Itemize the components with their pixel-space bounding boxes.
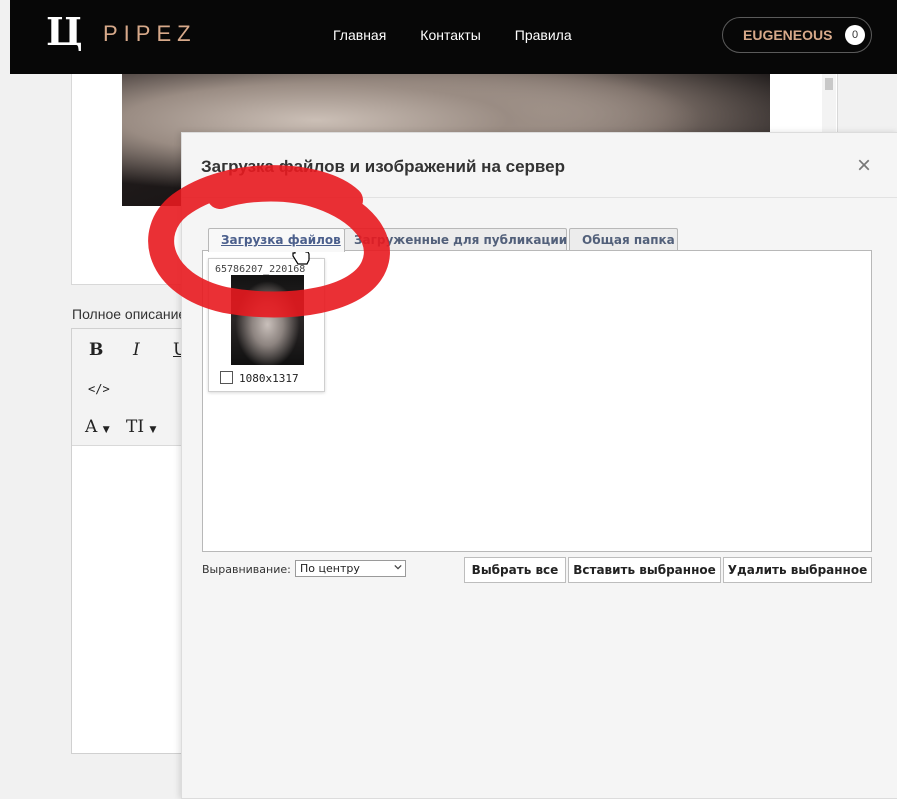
nav-link-rules[interactable]: Правила <box>515 25 572 45</box>
username: EUGENEOUS <box>743 27 833 43</box>
notification-count-badge: 0 <box>845 25 865 45</box>
top-navbar: Ц PIPEZ Главная Контакты Правила EUGENEO… <box>10 0 897 74</box>
logo-text[interactable]: PIPEZ <box>103 20 197 48</box>
file-name: 65786207_220168 <box>215 264 306 275</box>
tab-uploaded-for-publication[interactable]: Загруженные для публикации <box>344 228 567 250</box>
font-color-button[interactable]: A ▼ <box>85 417 110 440</box>
file-thumbnail[interactable]: 65786207_220168 1080x1317 <box>208 258 325 392</box>
chevron-down-icon <box>394 564 402 570</box>
font-size-button[interactable]: TI ▼ <box>126 417 156 440</box>
code-view-button[interactable]: </> <box>88 379 110 399</box>
thumbnail-image[interactable] <box>231 275 304 365</box>
alignment-label: Выравнивание: <box>202 563 291 576</box>
caret-down-icon: ▼ <box>149 425 157 435</box>
font-size-label: TI <box>126 417 145 437</box>
alignment-value: По центру <box>300 562 360 575</box>
select-all-button[interactable]: Выбрать все <box>464 557 566 583</box>
tab-upload-files[interactable]: Загрузка файлов <box>208 228 345 252</box>
delete-selected-button[interactable]: Удалить выбранное <box>723 557 872 583</box>
alignment-select[interactable]: По центру <box>295 560 406 577</box>
bold-button[interactable]: B <box>89 340 103 360</box>
modal-title: Загрузка файлов и изображений на сервер <box>201 157 565 176</box>
font-color-label: A <box>85 417 98 437</box>
editor-toolbar: B I U </> A ▼ TI ▼ <box>72 329 192 446</box>
user-menu-button[interactable]: EUGENEOUS 0 <box>722 17 872 53</box>
insert-selected-button[interactable]: Вставить выбранное <box>568 557 721 583</box>
file-select-checkbox[interactable] <box>220 371 233 384</box>
nav-link-home[interactable]: Главная <box>333 25 386 45</box>
full-description-label: Полное описание <box>72 306 187 322</box>
main-nav: Главная Контакты Правила <box>333 25 572 45</box>
modal-header: Загрузка файлов и изображений на сервер … <box>182 133 897 198</box>
caret-down-icon: ▼ <box>102 425 110 435</box>
close-icon[interactable]: × <box>854 154 874 178</box>
rich-text-editor[interactable]: B I U </> A ▼ TI ▼ <box>71 328 193 754</box>
scrollbar-thumb[interactable] <box>825 78 833 90</box>
nav-link-contacts[interactable]: Контакты <box>420 25 480 45</box>
italic-button[interactable]: I <box>133 340 140 360</box>
file-dimensions: 1080x1317 <box>239 372 299 385</box>
tab-shared-folder[interactable]: Общая папка <box>569 228 678 250</box>
logo-mark[interactable]: Ц <box>46 10 83 54</box>
